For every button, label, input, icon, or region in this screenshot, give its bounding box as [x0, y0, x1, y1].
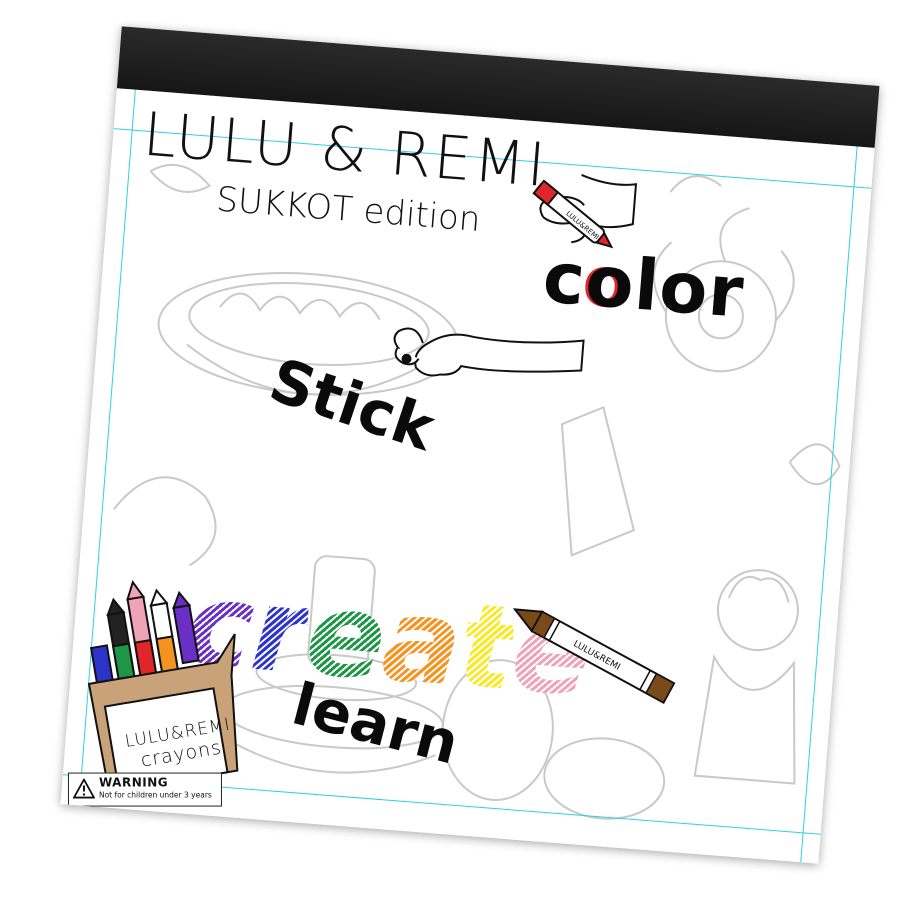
- word-color: color: [540, 236, 748, 334]
- warning-text: Not for children under 3 years: [98, 790, 212, 800]
- crayon-icon: LULU&REMI: [512, 608, 676, 704]
- crayon-box: LULU&REMI crayons: [72, 568, 279, 802]
- product-photo: LULU & REMI SUKKOT edition LULU&REMI col…: [0, 0, 920, 920]
- warning-label: WARNING Not for children under 3 years: [67, 772, 222, 807]
- warning-triangle-icon: [72, 778, 95, 799]
- activity-book: LULU & REMI SUKKOT edition LULU&REMI col…: [60, 26, 880, 864]
- book-cover: LULU & REMI SUKKOT edition LULU&REMI col…: [60, 88, 875, 864]
- crayon-box-illustration: [87, 580, 239, 794]
- warning-title: WARNING: [98, 775, 169, 790]
